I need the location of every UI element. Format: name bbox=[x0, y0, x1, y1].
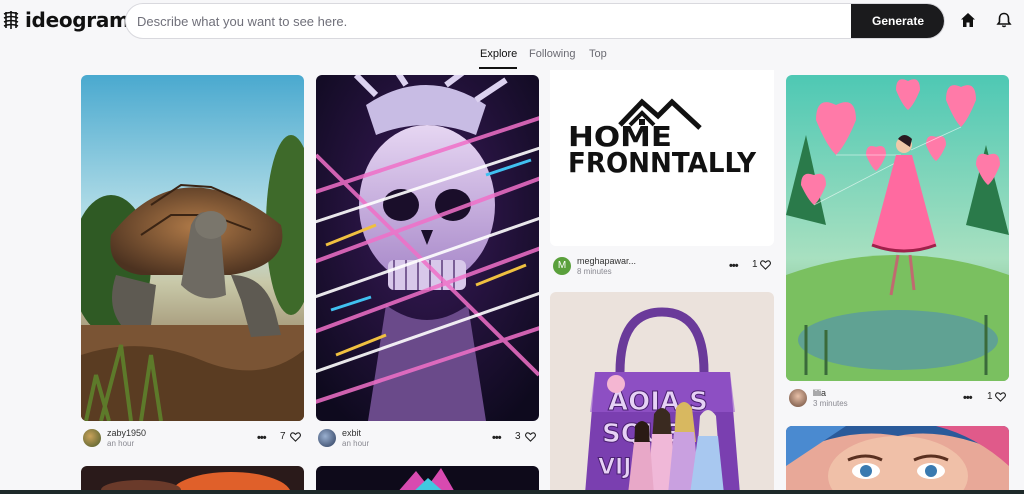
username[interactable]: zaby1950 bbox=[107, 428, 146, 438]
bag-image: AOIA S SQUE VIJI bbox=[550, 292, 774, 494]
tab-following[interactable]: Following bbox=[529, 48, 575, 60]
username[interactable]: lilia bbox=[813, 388, 826, 398]
balloons-image bbox=[786, 75, 1009, 381]
like-count: 1 bbox=[752, 259, 758, 270]
logo-line-2: FRONNTALLY bbox=[568, 146, 757, 179]
like-count: 1 bbox=[987, 391, 993, 402]
timestamp: an hour bbox=[107, 439, 135, 448]
bottom-scroll-bar bbox=[0, 490, 1024, 494]
avatar[interactable]: M bbox=[553, 257, 571, 275]
top-bar: ideogram Generate bbox=[0, 0, 1024, 42]
prompt-search-bar: Generate bbox=[125, 3, 945, 39]
heart-icon[interactable] bbox=[995, 392, 1006, 402]
like-count: 7 bbox=[280, 431, 286, 442]
avatar[interactable] bbox=[318, 429, 336, 447]
gallery-image-tortoise[interactable] bbox=[81, 75, 304, 421]
heart-icon[interactable] bbox=[525, 432, 536, 442]
username[interactable]: exbit bbox=[342, 428, 361, 438]
card-meta-logo: M meghapawar... 8 minutes ••• 1 bbox=[553, 255, 774, 281]
active-tab-indicator bbox=[479, 67, 517, 69]
gallery-image-bag[interactable]: AOIA S SQUE VIJI bbox=[550, 292, 774, 494]
home-icon[interactable] bbox=[959, 11, 977, 29]
gallery-image-skull[interactable] bbox=[316, 75, 539, 421]
gallery-image-balloons[interactable] bbox=[786, 75, 1009, 381]
card-meta-balloons: lilia 3 minutes ••• 1 bbox=[789, 387, 1010, 413]
tab-top[interactable]: Top bbox=[589, 48, 607, 60]
gallery-image-portrait[interactable] bbox=[786, 426, 1009, 494]
heart-icon[interactable] bbox=[760, 260, 771, 270]
prompt-input[interactable] bbox=[126, 4, 852, 38]
avatar[interactable] bbox=[83, 429, 101, 447]
like-count: 3 bbox=[515, 431, 521, 442]
generate-button[interactable]: Generate bbox=[851, 4, 944, 38]
heart-icon[interactable] bbox=[290, 432, 301, 442]
skull-image bbox=[316, 75, 539, 421]
more-options-icon[interactable]: ••• bbox=[729, 260, 739, 272]
logo[interactable]: ideogram bbox=[2, 8, 130, 32]
card-meta-skull: exbit an hour ••• 3 bbox=[318, 427, 539, 453]
card-meta-tortoise: zaby1950 an hour ••• 7 bbox=[83, 427, 304, 453]
more-options-icon[interactable]: ••• bbox=[492, 432, 502, 444]
feed-tabs: Explore Following Top bbox=[0, 48, 1024, 70]
avatar-letter: M bbox=[557, 260, 567, 271]
notification-bell-icon[interactable] bbox=[995, 11, 1013, 29]
more-options-icon[interactable]: ••• bbox=[257, 432, 267, 444]
timestamp: 3 minutes bbox=[813, 399, 848, 408]
tab-explore[interactable]: Explore bbox=[480, 48, 517, 60]
timestamp: 8 minutes bbox=[577, 267, 612, 276]
logo-text: ideogram bbox=[25, 8, 130, 32]
home-logo-image: HOME FRONNTALLY bbox=[568, 98, 757, 179]
gallery-image-logo[interactable]: HOME FRONNTALLY bbox=[550, 70, 774, 246]
portrait-image bbox=[786, 426, 1009, 494]
username[interactable]: meghapawar... bbox=[577, 256, 636, 266]
tortoise-image bbox=[81, 75, 304, 421]
timestamp: an hour bbox=[342, 439, 370, 448]
avatar[interactable] bbox=[789, 389, 807, 407]
more-options-icon[interactable]: ••• bbox=[963, 392, 973, 404]
ideogram-logo-icon bbox=[3, 11, 19, 29]
